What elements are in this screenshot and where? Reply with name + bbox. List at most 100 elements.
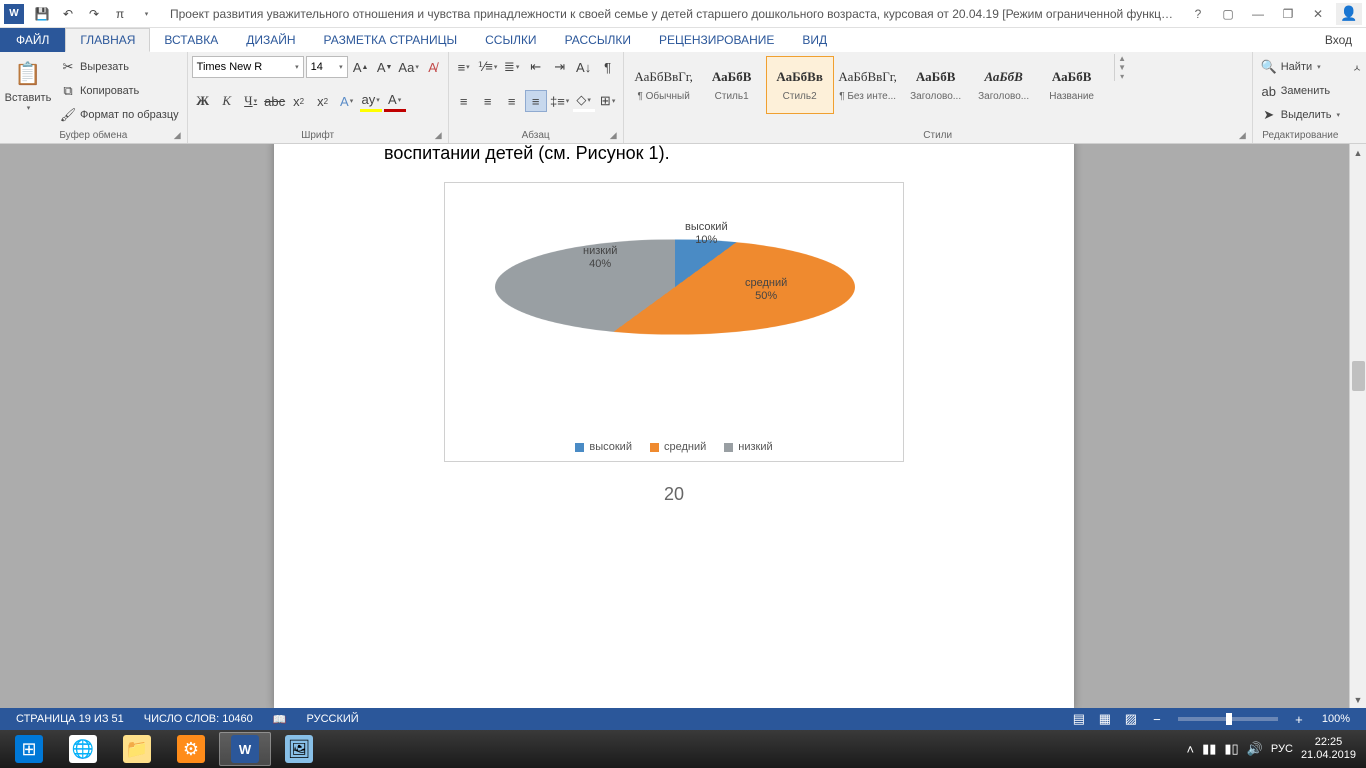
collapse-ribbon-icon[interactable]: ㅅ: [1348, 56, 1366, 78]
page-indicator[interactable]: СТРАНИЦА 19 ИЗ 51: [6, 713, 134, 725]
align-justify-icon[interactable]: ≡: [525, 90, 547, 112]
styles-more-icon[interactable]: ▾: [1115, 72, 1130, 81]
align-right-icon[interactable]: ≡: [501, 90, 523, 112]
scroll-down-icon[interactable]: ▼: [1350, 691, 1366, 708]
style-title[interactable]: АаБбВНазвание: [1038, 56, 1106, 114]
tab-layout[interactable]: РАЗМЕТКА СТРАНИЦЫ: [310, 28, 472, 52]
numbering-icon[interactable]: ⅟≡▾: [477, 56, 499, 78]
tab-insert[interactable]: ВСТАВКА: [150, 28, 232, 52]
zoom-level[interactable]: 100%: [1312, 713, 1360, 725]
shrink-font-icon[interactable]: A▼: [374, 56, 396, 78]
style-normal[interactable]: АаБбВвГг,¶ Обычный: [630, 56, 698, 114]
tab-home[interactable]: ГЛАВНАЯ: [65, 28, 150, 52]
clock[interactable]: 22:2521.04.2019: [1301, 736, 1356, 762]
battery-icon[interactable]: ▮▯: [1224, 741, 1238, 757]
body-text[interactable]: воспитании детей (см. Рисунок 1).: [384, 144, 964, 164]
style-2[interactable]: АаБбВвСтиль2: [766, 56, 834, 114]
underline-button[interactable]: Ч▾: [240, 90, 262, 112]
explorer-button[interactable]: 📁: [111, 732, 163, 766]
keyboard-layout[interactable]: РУС: [1271, 743, 1293, 755]
read-mode-icon[interactable]: ▤: [1066, 708, 1092, 730]
clear-formatting-icon[interactable]: A̸: [422, 56, 444, 78]
tray-up-icon[interactable]: ˄: [1187, 742, 1195, 757]
scroll-up-icon[interactable]: ▲: [1350, 144, 1366, 161]
word-count[interactable]: ЧИСЛО СЛОВ: 10460: [134, 713, 263, 725]
qat-customize-icon[interactable]: ▾: [134, 3, 158, 25]
line-spacing-icon[interactable]: ‡≡▾: [549, 90, 571, 112]
photos-button[interactable]: 🖼: [273, 732, 325, 766]
font-color-icon[interactable]: A▾: [384, 90, 406, 112]
align-left-icon[interactable]: ≡: [453, 90, 475, 112]
chart-object[interactable]: высокий10% средний50% низкий40% высокий …: [444, 182, 904, 462]
zoom-in-icon[interactable]: +: [1286, 708, 1312, 730]
wifi-icon[interactable]: ▮▮: [1202, 741, 1216, 757]
close-icon[interactable]: ✕: [1304, 3, 1332, 25]
proofing-icon[interactable]: 📖: [263, 713, 297, 726]
styles-down-icon[interactable]: ▼: [1115, 63, 1130, 72]
word-taskbar-button[interactable]: W: [219, 732, 271, 766]
style-1[interactable]: АаБбВСтиль1: [698, 56, 766, 114]
font-size-combo[interactable]: 14▾: [306, 56, 348, 78]
superscript-button[interactable]: x2: [312, 90, 334, 112]
replace-button[interactable]: abЗаменить: [1257, 80, 1344, 102]
show-marks-icon[interactable]: ¶: [597, 56, 619, 78]
highlight-icon[interactable]: ay▾: [360, 90, 382, 112]
help-icon[interactable]: ?: [1184, 3, 1212, 25]
document-area[interactable]: воспитании детей (см. Рисунок 1). высоки…: [0, 144, 1366, 708]
borders-icon[interactable]: ⊞▾: [597, 90, 619, 112]
print-layout-icon[interactable]: ▦: [1092, 708, 1118, 730]
tab-design[interactable]: ДИЗАЙН: [232, 28, 309, 52]
restore-icon[interactable]: ❐: [1274, 3, 1302, 25]
strikethrough-button[interactable]: abc: [264, 90, 286, 112]
select-button[interactable]: ➤Выделить▾: [1257, 104, 1344, 126]
tab-view[interactable]: ВИД: [788, 28, 841, 52]
tab-mailings[interactable]: РАССЫЛКИ: [551, 28, 645, 52]
scroll-track[interactable]: [1350, 161, 1366, 691]
copy-button[interactable]: ⧉Копировать: [56, 80, 183, 102]
scroll-thumb[interactable]: [1352, 361, 1365, 391]
language-indicator[interactable]: РУССКИЙ: [297, 713, 369, 725]
cut-button[interactable]: ✂Вырезать: [56, 56, 183, 78]
styles-up-icon[interactable]: ▲: [1115, 54, 1130, 63]
style-heading1[interactable]: АаБбВЗаголово...: [902, 56, 970, 114]
style-no-spacing[interactable]: АаБбВвГг,¶ Без инте...: [834, 56, 902, 114]
ribbon-display-icon[interactable]: ▢: [1214, 3, 1242, 25]
zoom-out-icon[interactable]: −: [1144, 708, 1170, 730]
font-launcher-icon[interactable]: ◢: [435, 130, 442, 141]
web-layout-icon[interactable]: ▨: [1118, 708, 1144, 730]
undo-icon[interactable]: ↶: [56, 3, 80, 25]
subscript-button[interactable]: x2: [288, 90, 310, 112]
zoom-knob[interactable]: [1226, 713, 1232, 725]
redo-icon[interactable]: ↷: [82, 3, 106, 25]
styles-launcher-icon[interactable]: ◢: [1239, 130, 1246, 141]
save-icon[interactable]: 💾: [30, 3, 54, 25]
style-heading2[interactable]: АаБбВЗаголово...: [970, 56, 1038, 114]
bullets-icon[interactable]: ≡▾: [453, 56, 475, 78]
chrome-button[interactable]: 🌐: [57, 732, 109, 766]
paste-button[interactable]: 📋 Вставить ▾: [4, 54, 52, 112]
change-case-icon[interactable]: Aa▾: [398, 56, 420, 78]
minimize-icon[interactable]: —: [1244, 3, 1272, 25]
paragraph-launcher-icon[interactable]: ◢: [610, 130, 617, 141]
sort-icon[interactable]: A↓: [573, 56, 595, 78]
user-avatar[interactable]: 👤: [1336, 3, 1362, 25]
italic-button[interactable]: К: [216, 90, 238, 112]
equation-icon[interactable]: π: [108, 3, 132, 25]
settings-button[interactable]: ⚙: [165, 732, 217, 766]
bold-button[interactable]: Ж: [192, 90, 214, 112]
volume-icon[interactable]: 🔊: [1247, 741, 1263, 757]
multilevel-list-icon[interactable]: ≣▾: [501, 56, 523, 78]
vertical-scrollbar[interactable]: ▲ ▼: [1349, 144, 1366, 708]
sign-in-link[interactable]: Вход: [1311, 28, 1366, 52]
tab-review[interactable]: РЕЦЕНЗИРОВАНИЕ: [645, 28, 788, 52]
zoom-slider[interactable]: [1178, 717, 1278, 721]
decrease-indent-icon[interactable]: ⇤: [525, 56, 547, 78]
tab-file[interactable]: ФАЙЛ: [0, 28, 65, 52]
clipboard-launcher-icon[interactable]: ◢: [174, 130, 181, 141]
tab-references[interactable]: ССЫЛКИ: [471, 28, 550, 52]
text-effects-icon[interactable]: A▾: [336, 90, 358, 112]
font-family-combo[interactable]: Times New R▾: [192, 56, 304, 78]
align-center-icon[interactable]: ≡: [477, 90, 499, 112]
grow-font-icon[interactable]: A▲: [350, 56, 372, 78]
start-button[interactable]: ⊞: [3, 732, 55, 766]
